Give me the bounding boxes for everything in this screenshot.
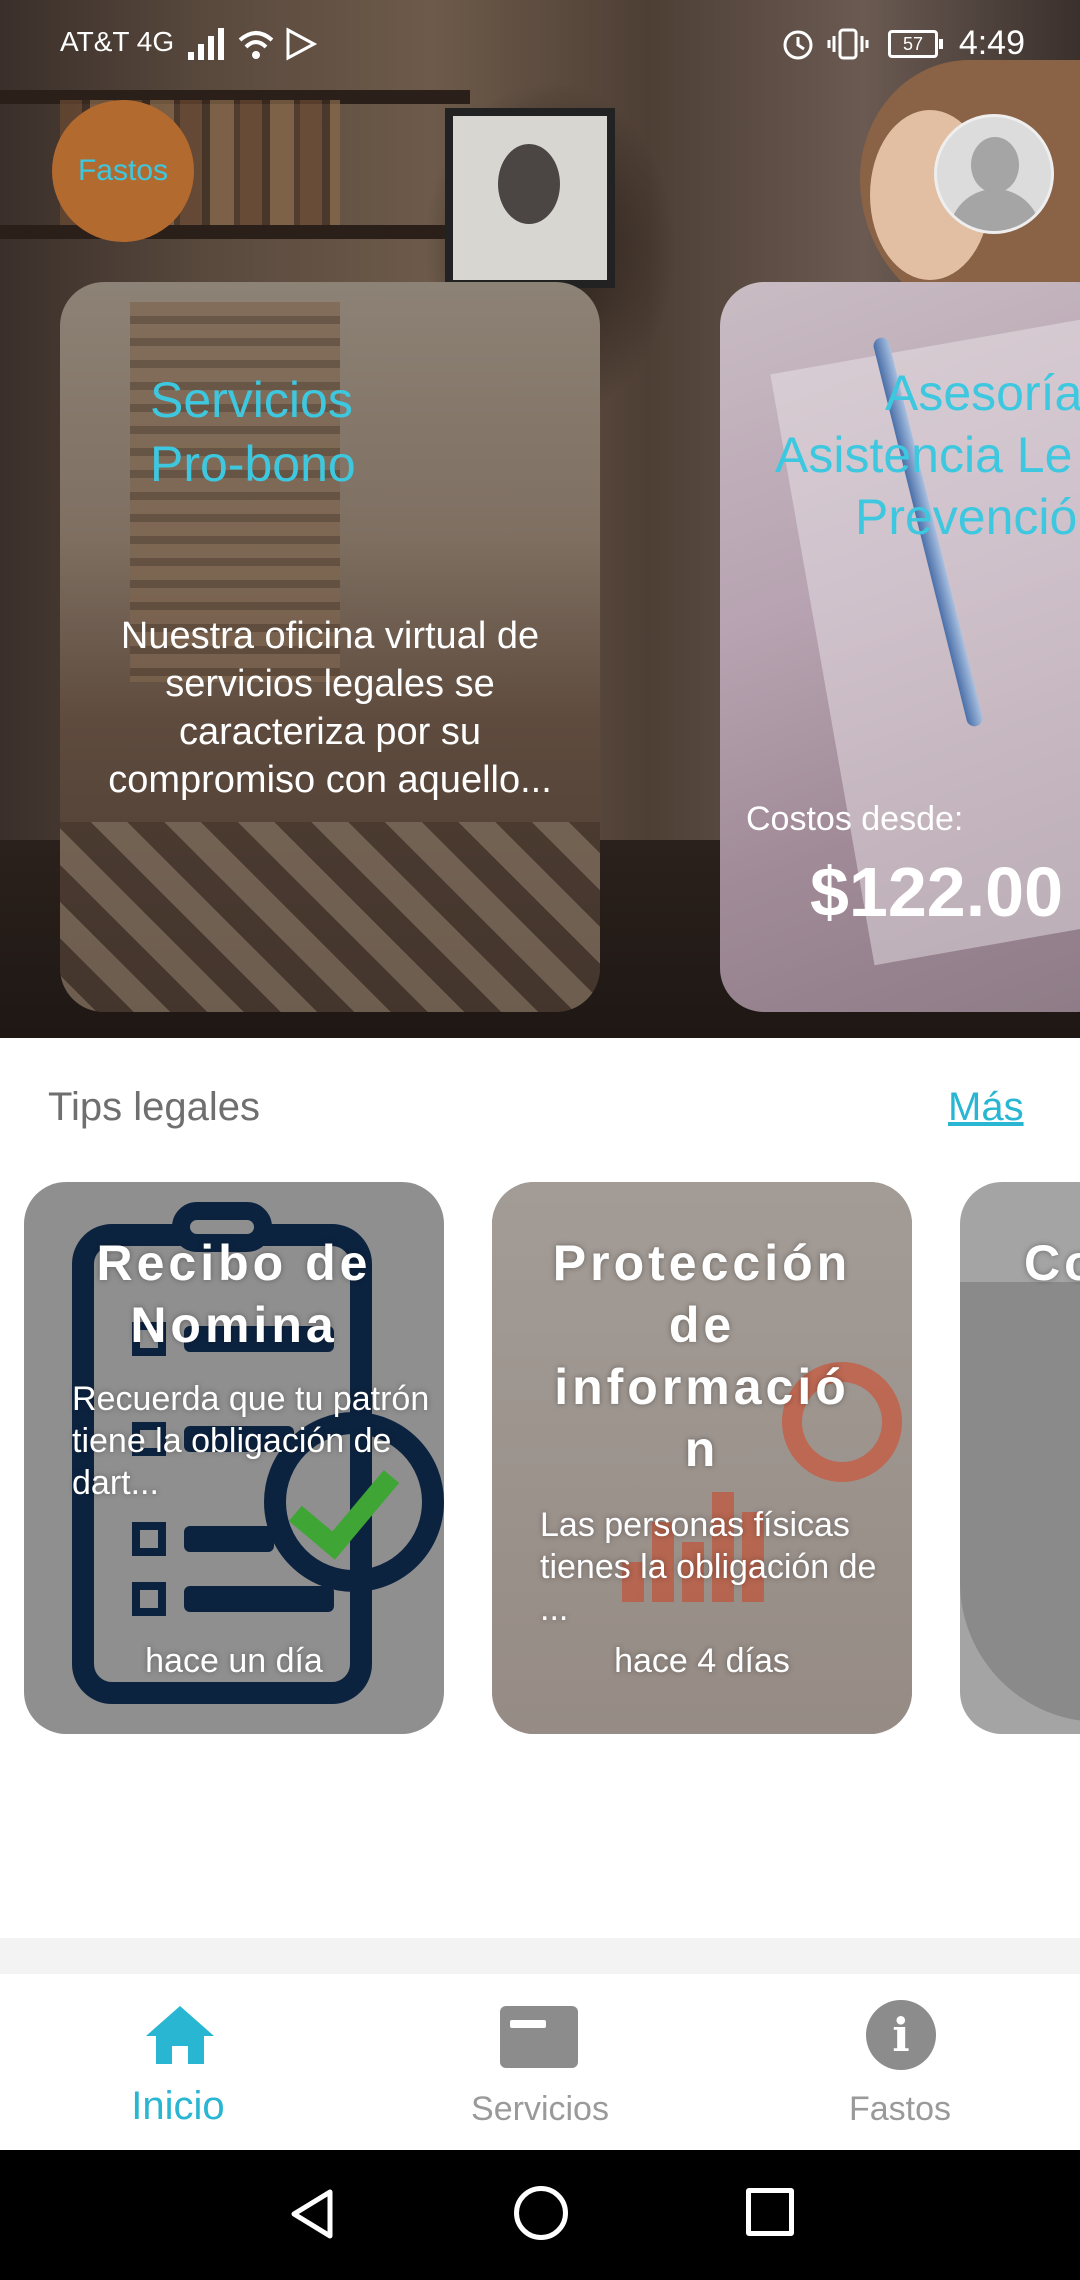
avatar-body bbox=[949, 189, 1041, 231]
tip-title: Protección de informació n bbox=[552, 1235, 852, 1477]
title-line: Servicios bbox=[150, 372, 353, 428]
nav-item-fastos[interactable]: i Fastos bbox=[750, 1974, 1050, 2150]
app-logo[interactable]: Fastos bbox=[52, 100, 194, 242]
title-line: Prevenció bbox=[855, 489, 1078, 545]
carrier-label: AT&T 4G bbox=[60, 26, 175, 57]
service-card-description: Nuestra oficina virtual de servicios leg… bbox=[108, 615, 552, 801]
nav-item-servicios[interactable]: Servicios bbox=[390, 1974, 690, 2150]
service-card-title: Asesoría Asistencia Le Prevenció bbox=[740, 362, 1080, 548]
tip-description: Recuerda que tu patrón tiene la obligaci… bbox=[72, 1380, 430, 1502]
play-store-icon bbox=[286, 27, 318, 61]
title-line: Pro-bono bbox=[150, 436, 356, 492]
checkbox-graphic bbox=[132, 1582, 166, 1616]
nav-label: Servicios bbox=[471, 2090, 609, 2128]
service-card-title: Servicios Pro-bono bbox=[60, 368, 600, 496]
tip-description: Las personas físicas tienes la obligació… bbox=[540, 1506, 877, 1628]
checkbox-graphic bbox=[132, 1522, 166, 1556]
status-bar: AT&T 4G 57 4:49 bbox=[0, 0, 1080, 90]
tip-timestamp: hace 4 días bbox=[614, 1642, 790, 1680]
system-navigation-bar bbox=[0, 2150, 1080, 2280]
avatar-head bbox=[971, 137, 1019, 193]
tip-card-partial[interactable]: Co bbox=[960, 1182, 1080, 1734]
title-line: Asesoría bbox=[885, 365, 1080, 421]
tip-title: Recibo de Nomina bbox=[96, 1235, 372, 1353]
signal-icon bbox=[188, 28, 224, 60]
line-graphic bbox=[184, 1526, 274, 1552]
home-icon bbox=[146, 2006, 214, 2064]
alarm-icon bbox=[783, 30, 813, 60]
info-icon: i bbox=[866, 2000, 936, 2070]
background-shelf bbox=[0, 225, 470, 239]
back-icon[interactable] bbox=[284, 2186, 340, 2242]
folder-icon bbox=[500, 2006, 578, 2068]
recent-apps-icon[interactable] bbox=[746, 2188, 794, 2236]
tip-background-image bbox=[960, 1282, 1080, 1722]
background-portrait bbox=[445, 108, 615, 288]
tip-timestamp: hace un día bbox=[145, 1642, 323, 1680]
clock: 4:49 bbox=[958, 24, 1025, 62]
user-avatar[interactable] bbox=[934, 114, 1054, 234]
cost-label: Costos desde: bbox=[746, 800, 964, 838]
nav-label: Fastos bbox=[848, 2090, 952, 2128]
cost-value: $122.00 bbox=[810, 853, 1064, 931]
service-card-asesoria[interactable]: Asesoría Asistencia Le Prevenció Costos … bbox=[720, 282, 1080, 1012]
hero-banner: AT&T 4G 57 4:49 Fastos Servicios Pro-bon… bbox=[0, 0, 1080, 1038]
bottom-nav-divider bbox=[0, 1938, 1080, 1974]
card-background-floor bbox=[60, 822, 600, 1012]
vibrate-icon bbox=[827, 28, 869, 60]
bottom-navigation: Inicio Servicios i Fastos bbox=[0, 1974, 1080, 2150]
tip-card-recibo[interactable]: Recibo de Nomina Recuerda que tu patrón … bbox=[24, 1182, 444, 1734]
nav-item-inicio[interactable]: Inicio bbox=[28, 1974, 328, 2150]
title-line: Asistencia Le bbox=[775, 427, 1073, 483]
tip-title: Co bbox=[1024, 1235, 1080, 1291]
nav-label: Inicio bbox=[131, 2084, 225, 2128]
line-graphic bbox=[184, 1586, 334, 1612]
tips-section-title: Tips legales bbox=[48, 1085, 260, 1129]
tips-more-link[interactable]: Más bbox=[948, 1085, 1024, 1130]
home-button-icon[interactable] bbox=[514, 2186, 568, 2240]
tip-card-proteccion[interactable]: Protección de informació n Las personas … bbox=[492, 1182, 912, 1734]
battery-icon: 57 bbox=[888, 30, 943, 58]
wifi-icon bbox=[238, 31, 274, 59]
service-card-probono[interactable]: Servicios Pro-bono Nuestra oficina virtu… bbox=[60, 282, 600, 1012]
